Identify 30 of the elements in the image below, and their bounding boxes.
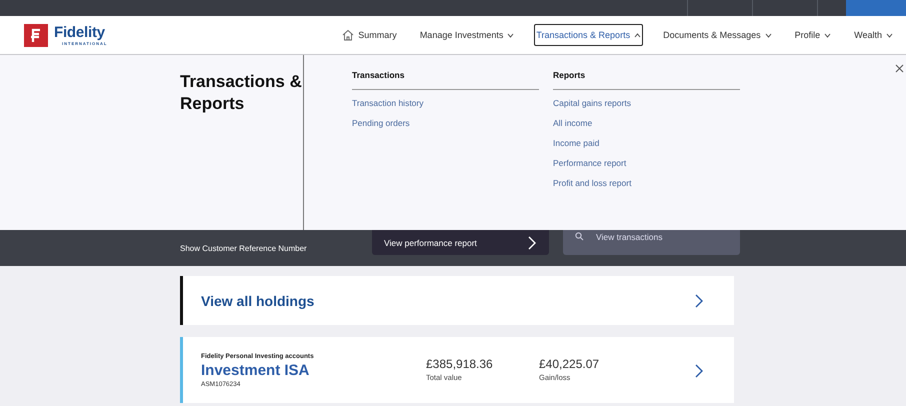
menu-link[interactable]: Capital gains reports	[553, 98, 740, 108]
holdings-card[interactable]: View all holdings	[180, 276, 734, 325]
reference-toggle[interactable]: Show Customer Reference Number	[180, 244, 372, 253]
nav-item[interactable]: Wealth	[851, 24, 896, 46]
menu-link[interactable]: Income paid	[553, 138, 740, 148]
menu-link[interactable]: Transaction history	[352, 98, 539, 108]
chevron-icon	[695, 364, 704, 378]
nav-item[interactable]: Transactions & Reports	[534, 24, 644, 46]
menu-link[interactable]: Performance report	[553, 158, 740, 168]
account-name: Investment ISA	[201, 362, 310, 379]
menu-link[interactable]: Pending orders	[352, 118, 539, 128]
nav-item[interactable]: Profile	[792, 24, 834, 46]
chevron-icon	[528, 236, 537, 250]
column-heading: Reports	[553, 70, 586, 80]
search-icon	[575, 232, 584, 241]
stat-value: £40,225.07	[539, 357, 600, 371]
menu-link[interactable]: Profit and loss report	[553, 178, 740, 188]
logo-text: Fidelity	[54, 24, 106, 40]
nav-item[interactable]: Documents & Messages	[660, 24, 775, 46]
action-button[interactable]: View performance report	[372, 230, 549, 255]
menu-title: Transactions & Reports	[180, 71, 303, 115]
logo-icon	[30, 27, 42, 43]
home-icon	[342, 29, 354, 41]
menu-link[interactable]: All income	[553, 118, 740, 128]
chevron-icon	[695, 294, 704, 308]
action-button[interactable]: View transactions	[563, 230, 740, 255]
column-heading: Transactions	[352, 70, 406, 80]
nav-item[interactable]: Summary	[339, 23, 400, 47]
stat-value: £385,918.36	[426, 357, 494, 371]
nav-item[interactable]: Manage Investments	[416, 24, 518, 46]
